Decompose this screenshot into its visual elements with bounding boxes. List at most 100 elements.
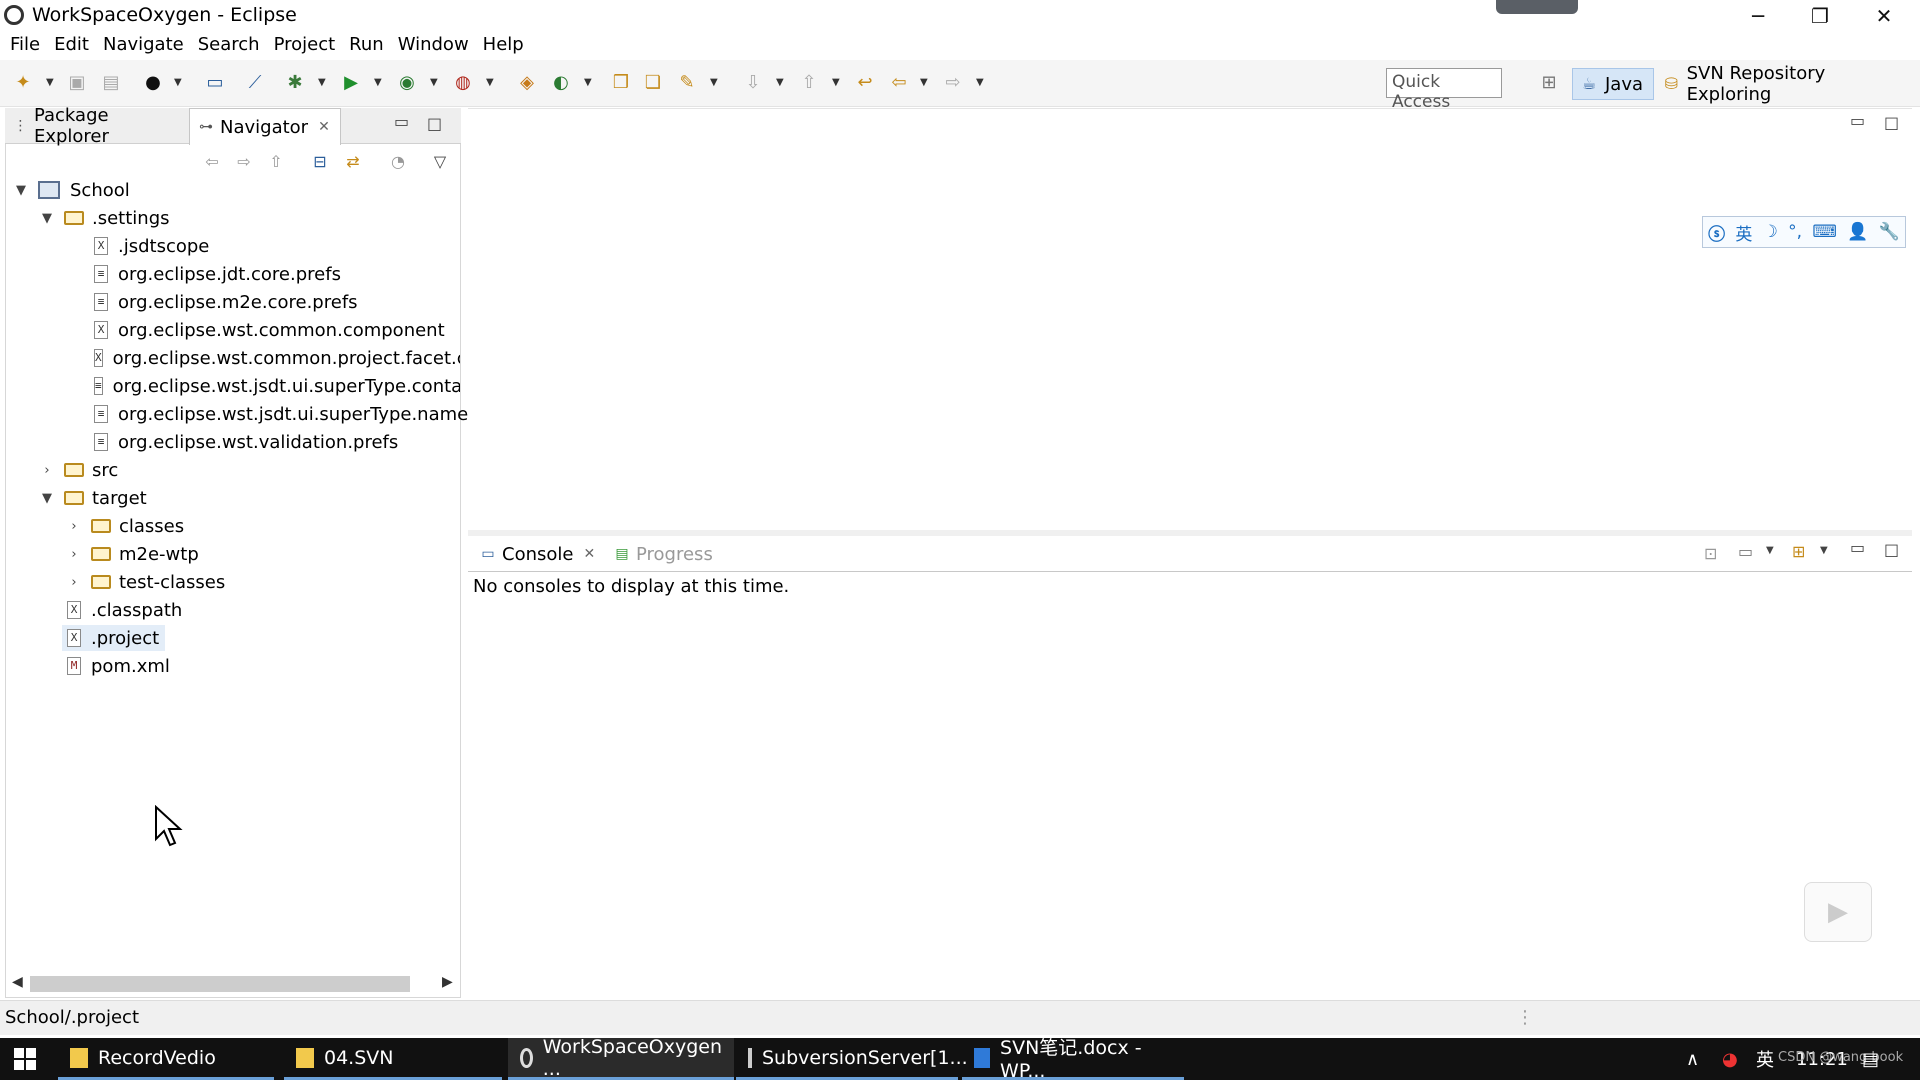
- new-class-icon[interactable]: ◐: [550, 72, 572, 94]
- ime-logo-icon[interactable]: ⓢ: [1708, 220, 1725, 245]
- run-dropdown-icon[interactable]: ▼: [374, 72, 384, 94]
- minimize-editor-icon[interactable]: ▭: [1850, 111, 1865, 130]
- run-icon[interactable]: ▶: [340, 72, 362, 94]
- back-icon[interactable]: ⇦: [202, 152, 222, 172]
- minimize-view-icon[interactable]: ▭: [394, 112, 409, 131]
- tree-item-file[interactable]: X .jsdtscope: [94, 233, 209, 259]
- minimize-view-icon[interactable]: ▭: [1850, 538, 1865, 557]
- tree-item-file[interactable]: ≡ org.eclipse.m2e.core.prefs: [94, 289, 358, 315]
- close-tab-icon[interactable]: ✕: [318, 119, 330, 135]
- tree-item-src[interactable]: › src: [40, 457, 118, 483]
- restore-button[interactable]: ❐: [1789, 0, 1851, 32]
- maximize-view-icon[interactable]: □: [1884, 540, 1899, 559]
- open-perspective-icon[interactable]: ⊞: [1538, 72, 1560, 94]
- start-button[interactable]: [0, 1038, 50, 1080]
- forward-icon[interactable]: ⇨: [942, 72, 964, 94]
- tab-navigator[interactable]: ⊶ Navigator ✕: [189, 108, 341, 145]
- external-tools-dropdown-icon[interactable]: ▼: [486, 72, 496, 94]
- display-console-dropdown-icon[interactable]: ▼: [1766, 545, 1774, 556]
- expand-arrow-icon[interactable]: ›: [67, 575, 81, 590]
- save-all-icon[interactable]: ▤: [100, 72, 122, 94]
- scroll-right-icon[interactable]: ▶: [442, 974, 453, 990]
- expand-arrow-icon[interactable]: ›: [67, 547, 81, 562]
- forward-icon[interactable]: ⇨: [234, 152, 254, 172]
- collapse-arrow-icon[interactable]: ▼: [40, 211, 54, 226]
- maximize-editor-icon[interactable]: □: [1884, 113, 1899, 132]
- close-button[interactable]: ✕: [1853, 0, 1915, 32]
- tray-expand-icon[interactable]: ∧: [1686, 1038, 1699, 1080]
- next-annotation-icon[interactable]: ⇩: [742, 72, 764, 94]
- coverage-icon[interactable]: ◉: [396, 72, 418, 94]
- display-console-icon[interactable]: ▭: [1738, 542, 1753, 561]
- open-console-dropdown-icon[interactable]: ▼: [1820, 545, 1828, 556]
- taskbar-item-recordvedio[interactable]: RecordVedio: [58, 1038, 274, 1080]
- tree-item-m2e-wtp[interactable]: › m2e-wtp: [67, 541, 198, 567]
- menu-file[interactable]: File: [6, 32, 50, 60]
- search-dropdown-icon[interactable]: ▼: [710, 72, 720, 94]
- forward-dropdown-icon[interactable]: ▼: [976, 72, 986, 94]
- menu-edit[interactable]: Edit: [50, 32, 99, 60]
- menu-run[interactable]: Run: [345, 32, 394, 60]
- tree-item-classes[interactable]: › classes: [67, 513, 184, 539]
- open-type-icon[interactable]: ❒: [610, 72, 632, 94]
- menu-navigate[interactable]: Navigate: [99, 32, 194, 60]
- quick-access-input[interactable]: Quick Access: [1386, 68, 1502, 112]
- view-menu-icon[interactable]: ▽: [430, 152, 450, 172]
- floating-play-button[interactable]: ▶: [1804, 882, 1872, 942]
- new-dropdown-icon[interactable]: ▼: [46, 72, 56, 94]
- debug-dropdown-icon[interactable]: ▼: [318, 72, 328, 94]
- tree-item-file[interactable]: ≡ org.eclipse.jdt.core.prefs: [94, 261, 341, 287]
- last-edit-icon[interactable]: ↩: [854, 72, 876, 94]
- taskbar-item-04svn[interactable]: 04.SVN: [284, 1038, 502, 1080]
- new-class-dropdown-icon[interactable]: ▼: [584, 72, 594, 94]
- link-with-editor-icon[interactable]: ⇄: [343, 152, 363, 172]
- collapse-arrow-icon[interactable]: ▼: [40, 491, 54, 506]
- scroll-left-icon[interactable]: ◀: [12, 974, 23, 990]
- new-package-icon[interactable]: ◈: [516, 72, 538, 94]
- open-console-icon[interactable]: ⊞: [1792, 542, 1805, 561]
- back-icon[interactable]: ⇦: [888, 72, 910, 94]
- tree-item-pom[interactable]: M pom.xml: [67, 653, 170, 679]
- filters-icon[interactable]: ◔: [388, 152, 408, 172]
- menu-help[interactable]: Help: [479, 32, 534, 60]
- coverage-dropdown-icon[interactable]: ▼: [430, 72, 440, 94]
- notification-icon[interactable]: ▤: [1862, 1038, 1879, 1080]
- tree-item-test-classes[interactable]: › test-classes: [67, 569, 225, 595]
- maximize-view-icon[interactable]: □: [427, 114, 442, 133]
- skip-breakpoints-icon[interactable]: ⟋: [244, 72, 266, 94]
- save-icon[interactable]: ▣: [66, 72, 88, 94]
- tree-item-classpath[interactable]: X .classpath: [67, 597, 182, 623]
- java-perspective-button[interactable]: ☕ Java: [1572, 68, 1654, 100]
- previous-annotation-icon[interactable]: ⇧: [798, 72, 820, 94]
- tray-ime-logo-icon[interactable]: ◕: [1722, 1038, 1738, 1080]
- tree-item-file[interactable]: X org.eclipse.wst.common.project.facet.c…: [94, 345, 460, 371]
- taskbar-item-wps[interactable]: SVN笔记.docx - WP...: [962, 1037, 1184, 1082]
- menu-search[interactable]: Search: [194, 32, 270, 60]
- taskbar-item-subversion-server[interactable]: SubversionServer[1...: [736, 1038, 968, 1080]
- tab-console[interactable]: ▭ Console ✕: [472, 536, 604, 572]
- horizontal-scrollbar[interactable]: ◀ ▶: [8, 974, 458, 994]
- tree-item-file[interactable]: ≡ org.eclipse.wst.jsdt.ui.superType.cont…: [94, 373, 460, 399]
- tree-item-file[interactable]: ≡ org.eclipse.wst.validation.prefs: [94, 429, 398, 455]
- next-annotation-dropdown-icon[interactable]: ▼: [776, 72, 786, 94]
- close-tab-icon[interactable]: ✕: [583, 546, 595, 562]
- collapse-arrow-icon[interactable]: ▼: [14, 183, 28, 198]
- tab-progress[interactable]: ▤ Progress: [606, 536, 730, 572]
- previous-annotation-dropdown-icon[interactable]: ▼: [832, 72, 842, 94]
- new-icon[interactable]: ✦: [12, 72, 34, 94]
- open-resource-icon[interactable]: ❏: [642, 72, 664, 94]
- ime-moon-icon[interactable]: ☽: [1763, 222, 1778, 242]
- back-dropdown-icon[interactable]: ▼: [920, 72, 930, 94]
- ime-punctuation-icon[interactable]: °,: [1788, 222, 1802, 242]
- pin-console-icon[interactable]: ⊡: [1704, 544, 1717, 563]
- tree-item-file[interactable]: ≡ org.eclipse.wst.jsdt.ui.superType.name: [94, 401, 468, 427]
- search-icon[interactable]: ✎: [676, 72, 698, 94]
- tree-item-school[interactable]: ▼ School: [14, 177, 130, 203]
- tree-item-settings[interactable]: ▼ .settings: [40, 205, 170, 231]
- tree-item-project[interactable]: X .project: [62, 625, 166, 651]
- scrollbar-thumb[interactable]: [30, 976, 410, 992]
- terminal-icon[interactable]: ▭: [204, 72, 226, 94]
- svn-perspective-button[interactable]: ⛁ SVN Repository Exploring: [1656, 63, 1906, 105]
- tree-item-file[interactable]: X org.eclipse.wst.common.component: [94, 317, 445, 343]
- tree-item-target[interactable]: ▼ target: [40, 485, 147, 511]
